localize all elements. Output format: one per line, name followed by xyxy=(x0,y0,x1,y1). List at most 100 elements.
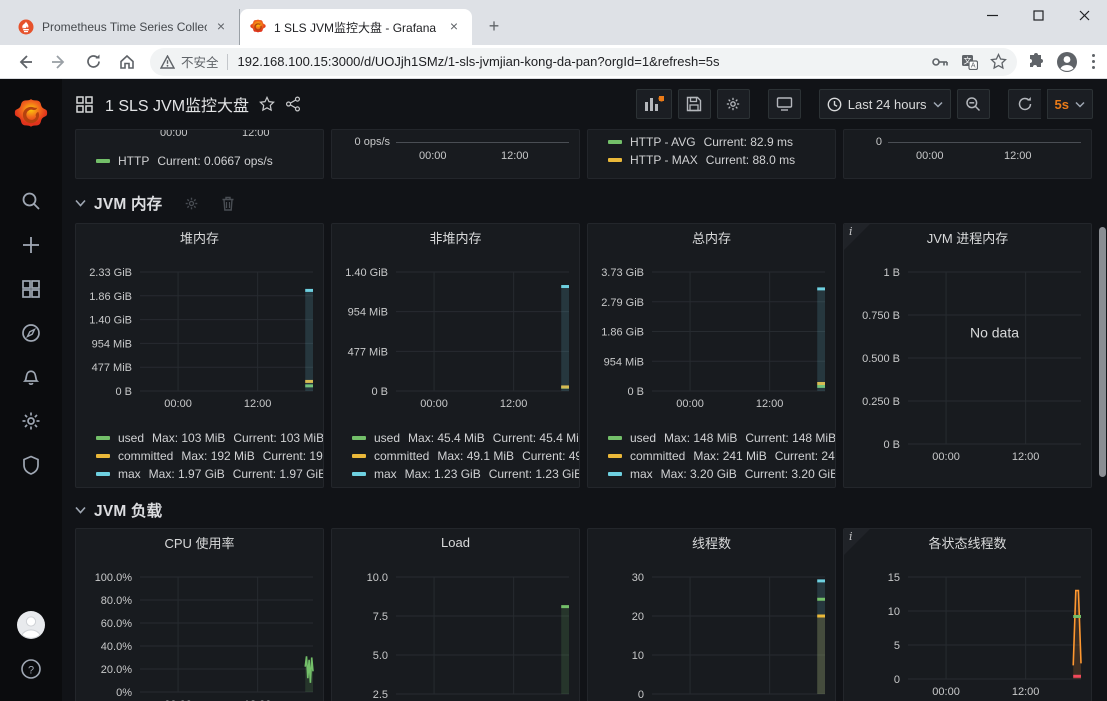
menu-kebab-icon[interactable] xyxy=(1088,50,1100,74)
panel-cpu-usage[interactable]: CPU 使用率 100.0%80.0%60.0%40.0%20.0%0%00:0… xyxy=(75,528,324,701)
row-delete-trash-icon[interactable] xyxy=(221,196,235,211)
legend-item[interactable]: usedMax: 103 MiBCurrent: 103 MiB xyxy=(96,429,323,447)
series-name[interactable]: committed xyxy=(630,449,685,463)
legend-item[interactable]: committedMax: 192 MiBCurrent: 192 MiB xyxy=(96,447,323,465)
add-panel-button[interactable] xyxy=(636,89,672,119)
help-icon[interactable]: ? xyxy=(11,649,51,689)
series-name[interactable]: max xyxy=(118,467,141,481)
panel-http-latency[interactable]: HTTP - AVGCurrent: 82.9 msHTTP - MAXCurr… xyxy=(587,129,836,179)
legend-item[interactable]: usedMax: 45.4 MiBCurrent: 45.4 MiB xyxy=(352,429,579,447)
profile-avatar-icon[interactable] xyxy=(1056,51,1078,73)
password-key-icon[interactable] xyxy=(931,55,949,69)
series-name[interactable]: HTTP xyxy=(118,154,149,168)
reload-icon[interactable] xyxy=(79,48,107,76)
dashboards-icon[interactable] xyxy=(11,269,51,309)
translate-icon[interactable]: 文A xyxy=(961,54,978,70)
scrollbar[interactable] xyxy=(1099,227,1106,477)
panel-title[interactable]: JVM 进程内存 xyxy=(844,224,1091,250)
tab-close-icon[interactable]: × xyxy=(446,19,462,35)
series-name[interactable]: committed xyxy=(374,449,429,463)
tab-grafana[interactable]: 1 SLS JVM监控大盘 - Grafana × xyxy=(240,9,472,45)
legend-item[interactable]: HTTP - MAXCurrent: 88.0 ms xyxy=(608,151,831,169)
load-chart[interactable]: 10.07.55.02.500:0012:00 xyxy=(332,555,579,701)
total-memory-chart[interactable]: 3.73 GiB2.79 GiB1.86 GiB954 MiB0 B00:001… xyxy=(588,250,835,427)
alerting-bell-icon[interactable] xyxy=(11,357,51,397)
legend-item[interactable]: HTTP - AVGCurrent: 82.9 ms xyxy=(608,133,831,151)
dashboard-settings-button[interactable] xyxy=(717,89,750,119)
section-jvm-load[interactable]: JVM 负载 xyxy=(75,498,1107,522)
panel-title[interactable]: 线程数 xyxy=(588,529,835,555)
heap-memory-chart[interactable]: 2.33 GiB1.86 GiB1.40 GiB954 MiB477 MiB0 … xyxy=(76,250,323,427)
section-label[interactable]: JVM 内存 xyxy=(94,192,162,214)
panel-load[interactable]: Load 10.07.55.02.500:0012:00 xyxy=(331,528,580,701)
favorite-star-icon[interactable] xyxy=(259,96,275,112)
user-avatar[interactable] xyxy=(11,605,51,645)
series-name[interactable]: used xyxy=(374,431,400,445)
address-bar[interactable]: 不安全 192.168.100.15:3000/d/UOJjh1SMz/1-sl… xyxy=(150,48,1017,76)
panel-info-icon[interactable]: i xyxy=(844,224,870,250)
legend-item[interactable]: maxMax: 1.97 GiBCurrent: 1.97 GiB xyxy=(96,465,323,483)
zoom-out-button[interactable] xyxy=(957,89,990,119)
new-tab-button[interactable]: + xyxy=(480,13,508,41)
configuration-gear-icon[interactable] xyxy=(11,401,51,441)
series-name[interactable]: used xyxy=(630,431,656,445)
panel-nonheap-memory[interactable]: 非堆内存 1.40 GiB954 MiB477 MiB0 B00:0012:00… xyxy=(331,223,580,488)
panel-thread-count[interactable]: 线程数 302010000:0012:00 xyxy=(587,528,836,701)
explore-compass-icon[interactable] xyxy=(11,313,51,353)
series-name[interactable]: committed xyxy=(118,449,173,463)
panel-ops-rate[interactable]: 0 ops/s 00:0012:00 xyxy=(331,129,580,179)
panel-process-memory[interactable]: i JVM 进程内存 1 B0.750 B0.500 B0.250 B0 B00… xyxy=(843,223,1092,488)
bookmark-star-icon[interactable] xyxy=(990,53,1007,70)
legend-item[interactable]: maxMax: 1.23 GiBCurrent: 1.23 GiB xyxy=(352,465,579,483)
section-jvm-memory[interactable]: JVM 内存 xyxy=(75,191,1107,215)
panel-heap-memory[interactable]: 堆内存 2.33 GiB1.86 GiB1.40 GiB954 MiB477 M… xyxy=(75,223,324,488)
thread-states-chart[interactable]: 15105000:0012:00 xyxy=(844,555,1091,701)
panel-title[interactable]: CPU 使用率 xyxy=(76,529,323,555)
panel-http-ops[interactable]: 00:0012:00 HTTPCurrent: 0.0667 ops/s xyxy=(75,129,324,179)
series-name[interactable]: max xyxy=(630,467,653,481)
dashboard-grid-icon[interactable] xyxy=(76,96,93,113)
panel-title[interactable]: 堆内存 xyxy=(76,224,323,250)
save-dashboard-button[interactable] xyxy=(678,89,711,119)
maximize-icon[interactable] xyxy=(1015,0,1061,30)
dashboard-scroll-area[interactable]: 00:0012:00 HTTPCurrent: 0.0667 ops/s 0 o… xyxy=(62,129,1107,701)
series-name[interactable]: max xyxy=(374,467,397,481)
extensions-puzzle-icon[interactable] xyxy=(1027,52,1046,71)
legend-item[interactable]: committedMax: 49.1 MiBCurrent: 49.1 MiB xyxy=(352,447,579,465)
server-admin-shield-icon[interactable] xyxy=(11,445,51,485)
grafana-logo[interactable] xyxy=(11,95,51,135)
nonheap-memory-chart[interactable]: 1.40 GiB954 MiB477 MiB0 B00:0012:00 xyxy=(332,250,579,427)
time-range-picker[interactable]: Last 24 hours xyxy=(819,89,951,119)
panel-title[interactable]: 非堆内存 xyxy=(332,224,579,250)
refresh-button[interactable] xyxy=(1008,89,1041,119)
search-icon[interactable] xyxy=(11,181,51,221)
panel-info-icon[interactable]: i xyxy=(844,529,870,555)
security-label[interactable]: 不安全 xyxy=(181,52,219,71)
panel-title[interactable]: 总内存 xyxy=(588,224,835,250)
legend-item[interactable]: committedMax: 241 MiBCurrent: 241 MiB xyxy=(608,447,835,465)
series-name[interactable]: used xyxy=(118,431,144,445)
thread-count-chart[interactable]: 302010000:0012:00 xyxy=(588,555,835,701)
series-name[interactable]: HTTP - AVG xyxy=(630,135,696,149)
legend-item[interactable]: usedMax: 148 MiBCurrent: 148 MiB xyxy=(608,429,835,447)
panel-title[interactable]: 各状态线程数 xyxy=(844,529,1091,555)
legend-item[interactable]: maxMax: 3.20 GiBCurrent: 3.20 GiB xyxy=(608,465,835,483)
back-icon[interactable] xyxy=(11,48,39,76)
panel-thread-states[interactable]: i 各状态线程数 15105000:0012:00 xyxy=(843,528,1092,701)
process-memory-chart[interactable]: 1 B0.750 B0.500 B0.250 B0 B00:0012:00No … xyxy=(844,250,1091,487)
cpu-usage-chart[interactable]: 100.0%80.0%60.0%40.0%20.0%0%00:0012:00 xyxy=(76,555,323,701)
close-icon[interactable] xyxy=(1061,0,1107,30)
row-settings-gear-icon[interactable] xyxy=(184,196,199,211)
legend-item[interactable]: HTTPCurrent: 0.0667 ops/s xyxy=(96,152,319,170)
panel-top-right[interactable]: 0 00:0012:00 xyxy=(843,129,1092,179)
minimize-icon[interactable] xyxy=(969,0,1015,30)
cycle-view-tv-button[interactable] xyxy=(768,89,801,119)
forward-icon[interactable] xyxy=(45,48,73,76)
url-text[interactable]: 192.168.100.15:3000/d/UOJjh1SMz/1-sls-jv… xyxy=(238,54,921,69)
panel-title[interactable]: Load xyxy=(332,529,579,555)
tab-prometheus[interactable]: Prometheus Time Series Collec × xyxy=(8,9,240,45)
home-icon[interactable] xyxy=(113,48,141,76)
panel-total-memory[interactable]: 总内存 3.73 GiB2.79 GiB1.86 GiB954 MiB0 B00… xyxy=(587,223,836,488)
series-name[interactable]: HTTP - MAX xyxy=(630,153,698,167)
create-plus-icon[interactable] xyxy=(11,225,51,265)
